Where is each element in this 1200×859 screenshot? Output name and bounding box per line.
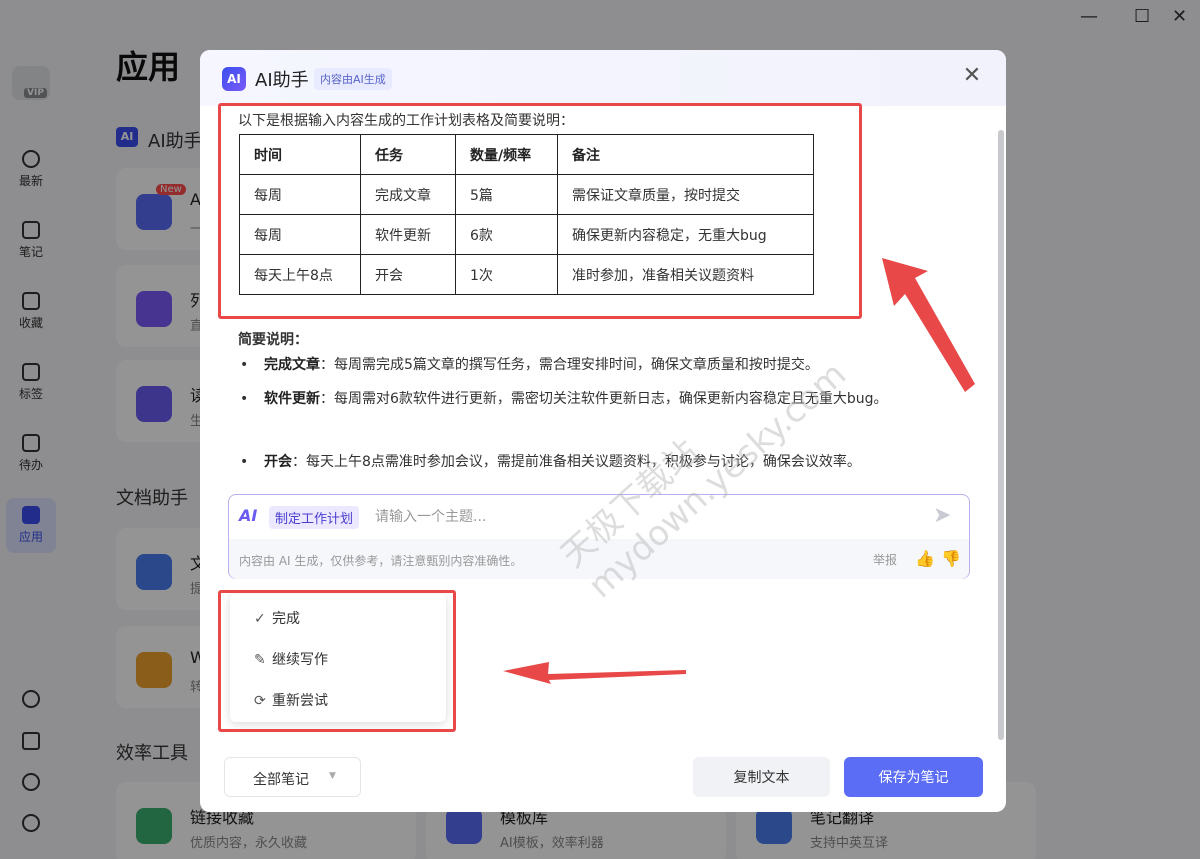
chevron-down-icon: ▼ bbox=[329, 771, 336, 781]
prompt-input-box: AI 制定工作计划 ➤ 内容由 AI 生成，仅供参考，请注意甄别内容准确性。 举… bbox=[228, 494, 970, 579]
ai-logo-icon: AI bbox=[239, 506, 258, 525]
copy-text-button[interactable]: 复制文本 bbox=[693, 757, 830, 797]
ai-assistant-dialog: AI AI助手 内容由AI生成 ✕ 以下是根据输入内容生成的工作计划表格及简要说… bbox=[200, 50, 1006, 812]
close-icon[interactable]: ✕ bbox=[960, 64, 984, 88]
list-item: • 完成文章：每周需完成5篇文章的撰写任务，需合理安排时间，确保文章质量和按时提交… bbox=[240, 357, 819, 373]
notebook-dropdown[interactable]: 全部笔记 ▼ bbox=[224, 757, 361, 797]
dialog-header: AI AI助手 内容由AI生成 ✕ bbox=[200, 50, 1006, 106]
annotation-box-table bbox=[218, 103, 862, 319]
send-icon[interactable]: ➤ bbox=[933, 503, 951, 528]
scrollbar[interactable] bbox=[998, 130, 1004, 740]
ai-generated-tag: 内容由AI生成 bbox=[314, 68, 392, 90]
report-link[interactable]: 举报 bbox=[873, 551, 897, 568]
dialog-title: AI助手 bbox=[255, 70, 309, 91]
thumbs-down-icon[interactable]: 👎 bbox=[941, 549, 961, 568]
save-as-note-button[interactable]: 保存为笔记 bbox=[844, 757, 983, 797]
annotation-box-menu bbox=[218, 590, 456, 732]
input-footer: 内容由 AI 生成，仅供参考，请注意甄别内容准确性。 举报 👍 👎 bbox=[229, 539, 969, 579]
ai-disclaimer: 内容由 AI 生成，仅供参考，请注意甄别内容准确性。 bbox=[239, 554, 523, 568]
thumbs-up-icon[interactable]: 👍 bbox=[915, 549, 935, 568]
prompt-chip[interactable]: 制定工作计划 bbox=[269, 506, 360, 529]
list-item: • 软件更新：每周需对6款软件进行更新，需密切关注软件更新日志，确保更新内容稳定且… bbox=[240, 391, 888, 407]
ai-logo-icon: AI bbox=[222, 67, 246, 91]
topic-input[interactable] bbox=[375, 505, 915, 529]
list-item: • 开会：每天上午8点需准时参加会议，需提前准备相关议题资料，积极参与讨论，确保会… bbox=[240, 454, 861, 470]
summary-title: 简要说明： bbox=[238, 332, 308, 348]
